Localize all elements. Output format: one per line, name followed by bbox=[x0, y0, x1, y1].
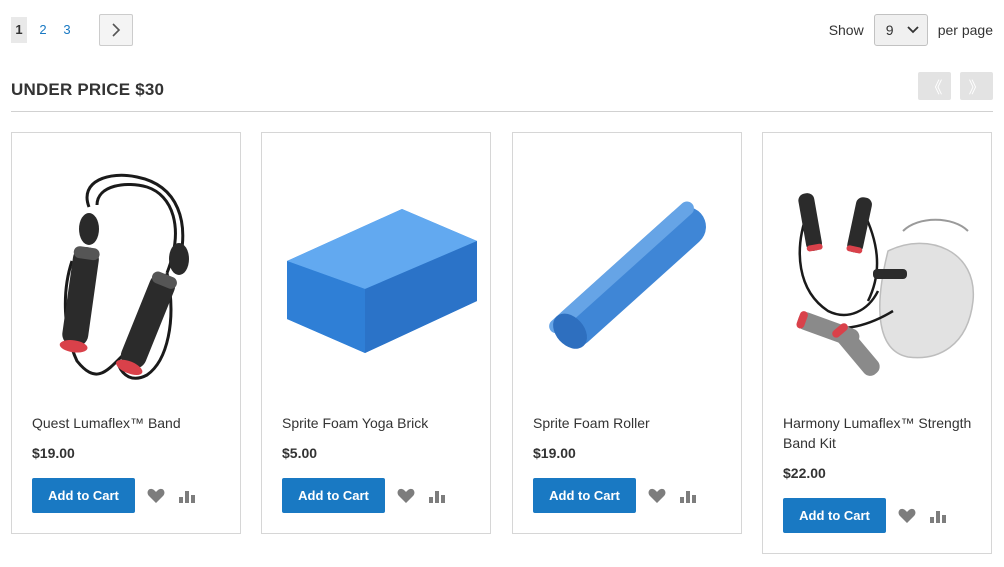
double-chevron-left-icon: 《 bbox=[926, 80, 943, 97]
product-card: Quest Lumaflex™ Band $19.00 Add to Cart bbox=[11, 132, 241, 534]
chevron-right-icon bbox=[112, 23, 121, 37]
product-image-resistance-band[interactable] bbox=[23, 157, 231, 401]
carousel-next-button[interactable]: 》 bbox=[960, 72, 993, 100]
product-name[interactable]: Sprite Foam Roller bbox=[533, 413, 723, 433]
wishlist-button[interactable] bbox=[648, 487, 666, 505]
product-image-yoga-brick[interactable] bbox=[273, 157, 481, 401]
heart-icon bbox=[397, 488, 415, 503]
product-price: $5.00 bbox=[282, 445, 318, 461]
wishlist-button[interactable] bbox=[397, 487, 415, 505]
product-actions: Add to Cart bbox=[32, 478, 196, 513]
heart-icon bbox=[648, 488, 666, 503]
compare-button[interactable] bbox=[929, 507, 947, 525]
carousel-prev-button[interactable]: 《 bbox=[918, 72, 951, 100]
bar-chart-icon bbox=[429, 490, 445, 503]
pagination: 1 2 3 bbox=[11, 14, 133, 46]
product-card: Sprite Foam Roller $19.00 Add to Cart bbox=[512, 132, 742, 534]
bar-chart-icon bbox=[680, 490, 696, 503]
bar-chart-icon bbox=[179, 490, 195, 503]
compare-button[interactable] bbox=[178, 487, 196, 505]
per-page-select[interactable]: 9 bbox=[873, 14, 928, 46]
show-label: Show bbox=[828, 22, 864, 38]
product-price: $22.00 bbox=[783, 465, 826, 481]
per-page-value: 9 bbox=[885, 22, 894, 38]
heart-icon bbox=[147, 488, 165, 503]
wishlist-button[interactable] bbox=[898, 507, 916, 525]
product-card: Harmony Lumaflex™ Strength Band Kit $22.… bbox=[762, 132, 992, 554]
block-header: UNDER PRICE $30 《 》 bbox=[11, 72, 993, 112]
resistance-band-image bbox=[59, 173, 189, 380]
add-to-cart-button[interactable]: Add to Cart bbox=[783, 498, 886, 533]
product-actions: Add to Cart bbox=[783, 498, 947, 533]
wishlist-button[interactable] bbox=[147, 487, 165, 505]
yoga-brick-image bbox=[287, 209, 477, 353]
foam-roller-image bbox=[549, 201, 706, 349]
toolbar: 1 2 3 Show 9 per page bbox=[11, 14, 993, 46]
product-image-band-kit[interactable] bbox=[774, 157, 982, 401]
page-3-link[interactable]: 3 bbox=[59, 17, 75, 43]
block-title: UNDER PRICE $30 bbox=[11, 80, 165, 99]
add-to-cart-button[interactable]: Add to Cart bbox=[32, 478, 135, 513]
product-name[interactable]: Harmony Lumaflex™ Strength Band Kit bbox=[783, 413, 973, 453]
band-kit-image bbox=[796, 193, 974, 376]
page-2-link[interactable]: 2 bbox=[35, 17, 51, 43]
product-actions: Add to Cart bbox=[282, 478, 446, 513]
product-name[interactable]: Quest Lumaflex™ Band bbox=[32, 413, 222, 433]
product-price: $19.00 bbox=[32, 445, 75, 461]
double-chevron-right-icon: 》 bbox=[968, 80, 985, 97]
next-page-button[interactable] bbox=[99, 14, 133, 46]
per-page-label: per page bbox=[937, 22, 993, 38]
product-image-foam-roller[interactable] bbox=[524, 157, 732, 401]
add-to-cart-button[interactable]: Add to Cart bbox=[282, 478, 385, 513]
compare-button[interactable] bbox=[679, 487, 697, 505]
product-name[interactable]: Sprite Foam Yoga Brick bbox=[282, 413, 472, 433]
product-actions: Add to Cart bbox=[533, 478, 697, 513]
limiter: Show 9 per page bbox=[829, 14, 993, 46]
heart-icon bbox=[898, 508, 916, 523]
chevron-down-icon bbox=[907, 26, 919, 34]
add-to-cart-button[interactable]: Add to Cart bbox=[533, 478, 636, 513]
product-price: $19.00 bbox=[533, 445, 576, 461]
compare-button[interactable] bbox=[428, 487, 446, 505]
page-1-current: 1 bbox=[11, 17, 27, 43]
product-card: Sprite Foam Yoga Brick $5.00 Add to Cart bbox=[261, 132, 491, 534]
bar-chart-icon bbox=[930, 510, 946, 523]
